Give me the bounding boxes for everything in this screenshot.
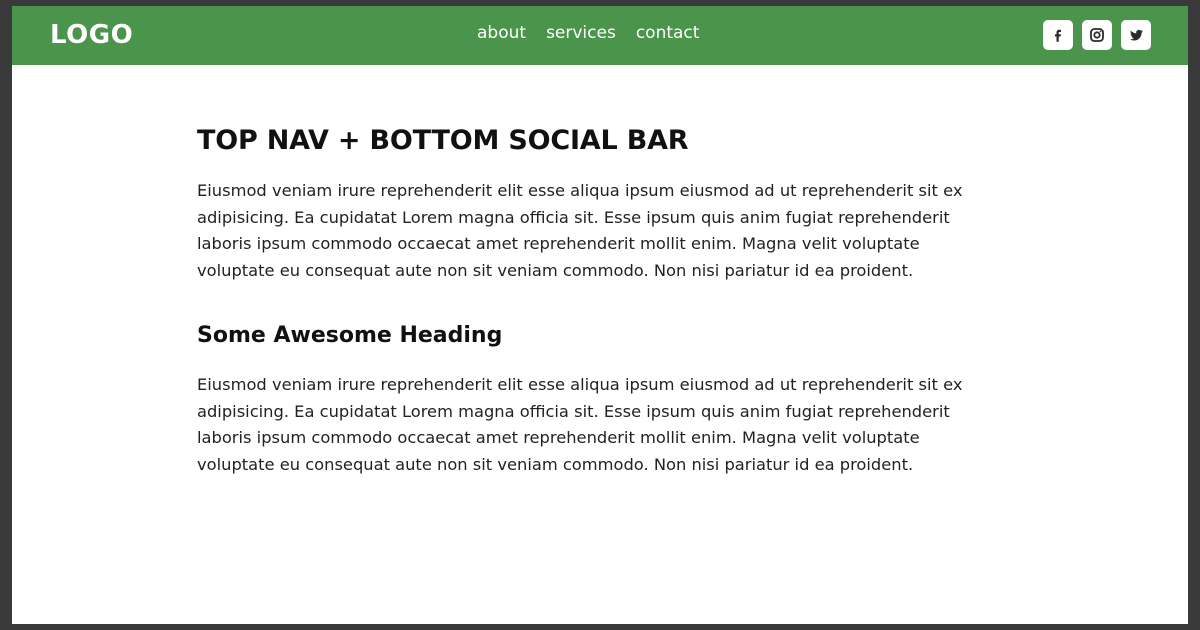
instagram-icon	[1088, 26, 1106, 44]
main-content: TOP NAV + BOTTOM SOCIAL BAR Eiusmod veni…	[197, 124, 1002, 478]
facebook-button[interactable]	[1043, 20, 1073, 50]
nav-link-about[interactable]: about	[477, 23, 526, 43]
nav-link-contact[interactable]: contact	[636, 23, 700, 43]
page-title: TOP NAV + BOTTOM SOCIAL BAR	[197, 125, 689, 156]
logo[interactable]: LOGO	[50, 19, 133, 51]
nav-link-services[interactable]: services	[546, 23, 616, 43]
section-paragraph: Eiusmod veniam irure reprehenderit elit …	[197, 375, 963, 474]
section-heading: Some Awesome Heading	[197, 323, 503, 348]
social-links	[1043, 20, 1151, 50]
top-nav-bar: LOGO about services contact	[12, 6, 1188, 65]
main-nav: about services contact	[477, 23, 699, 43]
twitter-button[interactable]	[1121, 20, 1151, 50]
facebook-icon	[1049, 26, 1067, 44]
intro-paragraph: Eiusmod veniam irure reprehenderit elit …	[197, 181, 963, 280]
twitter-icon	[1127, 26, 1145, 44]
instagram-button[interactable]	[1082, 20, 1112, 50]
page-frame: LOGO about services contact TOP NAV + BO…	[12, 6, 1188, 624]
